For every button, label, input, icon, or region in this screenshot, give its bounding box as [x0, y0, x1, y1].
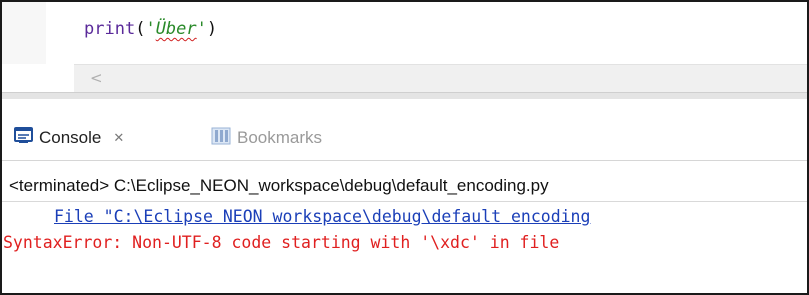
close-icon[interactable]: ✕ [113, 130, 124, 146]
code-editor[interactable]: print('Über') < [2, 2, 807, 99]
views-tab-bar: Console ✕ Bookmarks [2, 114, 807, 160]
ide-window: print('Über') < Console ✕ Bookmarks <ter… [0, 0, 809, 295]
editor-horizontal-scrollbar[interactable]: < [74, 64, 807, 93]
editor-gutter [2, 2, 46, 64]
code-open-paren: ( [135, 19, 146, 39]
code-line-print[interactable]: print('Über') [84, 17, 217, 41]
code-function-name: print [84, 19, 136, 39]
syntax-error-line: SyntaxError: Non-UTF-8 code starting wit… [3, 233, 560, 252]
tab-console-label: Console [39, 128, 102, 147]
scroll-left-icon[interactable]: < [90, 69, 103, 87]
tab-console[interactable]: Console ✕ [14, 126, 124, 150]
code-close-paren: ) [206, 19, 218, 39]
console-icon [14, 127, 33, 149]
tab-bookmarks[interactable]: Bookmarks [211, 126, 322, 150]
editor-bottom-border [2, 92, 807, 99]
console-status-line: <terminated> C:\Eclipse_NEON_workspace\d… [9, 176, 549, 195]
tab-bookmarks-label: Bookmarks [237, 128, 323, 147]
bookmarks-icon [211, 127, 231, 150]
traceback-file-link[interactable]: File "C:\Eclipse NEON workspace\debug\de… [54, 207, 590, 226]
code-string-literal: Über [155, 19, 197, 39]
code-quote-close: ' [196, 19, 207, 39]
console-divider [2, 201, 807, 202]
tab-bar-divider [2, 160, 807, 161]
code-quote-open: ' [145, 19, 156, 39]
